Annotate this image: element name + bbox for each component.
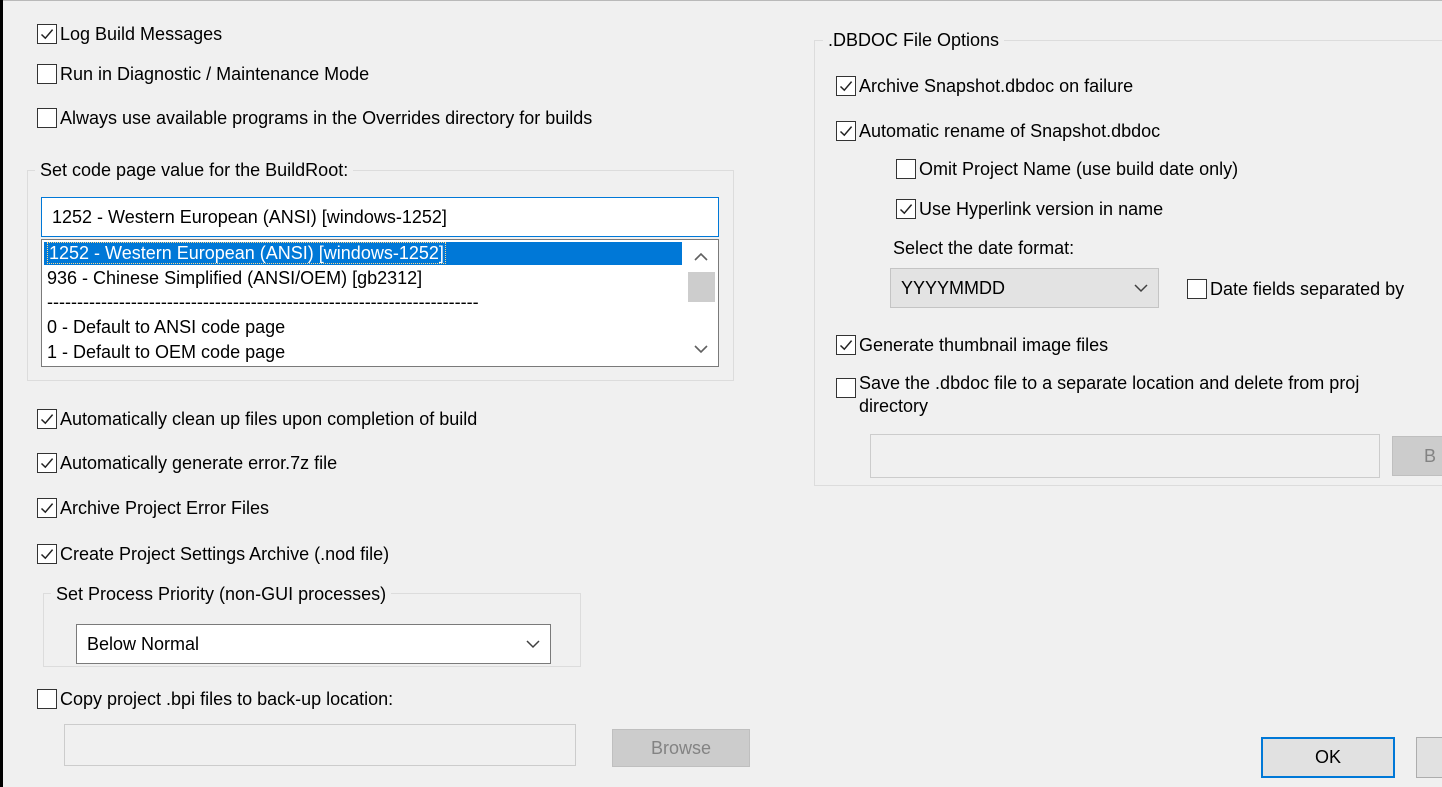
window-left-border — [0, 0, 3, 787]
checkbox-box[interactable] — [896, 199, 916, 219]
checkbox-label: Always use available programs in the Ove… — [60, 108, 593, 128]
checkbox-box[interactable] — [1187, 279, 1207, 299]
checkbox-label: Automatically generate error.7z file — [60, 453, 338, 473]
chevron-down-icon[interactable] — [1134, 282, 1148, 294]
window-top-border — [0, 0, 1442, 1]
checkbox-label: Archive Snapshot.dbdoc on failure — [859, 76, 1134, 96]
use-overrides-checkbox[interactable]: Always use available programs in the Ove… — [37, 107, 592, 129]
backup-path-input[interactable] — [64, 724, 576, 766]
archive-errors-checkbox[interactable]: Archive Project Error Files — [37, 497, 269, 519]
checkbox-label: Archive Project Error Files — [60, 498, 270, 518]
dbdoc-options-group — [814, 40, 1442, 486]
codepage-input[interactable]: 1252 - Western European (ANSI) [windows-… — [41, 197, 719, 237]
omit-project-name-checkbox[interactable]: Omit Project Name (use build date only) — [896, 158, 1238, 180]
checkbox-label: Date fields separated by — [1210, 279, 1405, 299]
checkbox-box[interactable] — [37, 453, 57, 473]
chevron-up-icon[interactable] — [684, 246, 718, 268]
checkbox-label: Log Build Messages — [60, 24, 223, 44]
checkbox-box[interactable] — [836, 121, 856, 141]
date-fields-separated-checkbox[interactable]: Date fields separated by — [1187, 278, 1404, 300]
chevron-down-icon[interactable] — [526, 638, 540, 650]
priority-group-title: Set Process Priority (non-GUI processes) — [51, 583, 392, 605]
checkbox-label: Save the .dbdoc file to a separate locat… — [859, 373, 1360, 416]
cancel-button[interactable] — [1416, 737, 1442, 778]
codepage-listbox[interactable]: 1252 - Western European (ANSI) [windows-… — [41, 239, 719, 367]
checkbox-box[interactable] — [37, 544, 57, 564]
browse-button[interactable]: Browse — [612, 729, 750, 767]
checkbox-box[interactable] — [836, 76, 856, 96]
checkmark-icon — [40, 414, 54, 425]
checkbox-box[interactable] — [836, 378, 856, 398]
checkbox-box[interactable] — [896, 159, 916, 179]
checkmark-icon — [839, 340, 853, 351]
save-separate-checkbox[interactable]: Save the .dbdoc file to a separate locat… — [836, 372, 1359, 418]
generate-error-checkbox[interactable]: Automatically generate error.7z file — [37, 452, 337, 474]
list-item-selected[interactable]: 1252 - Western European (ANSI) [windows-… — [44, 242, 682, 265]
dbdoc-group-title: .DBDOC File Options — [823, 29, 1005, 51]
copy-bpi-checkbox[interactable]: Copy project .bpi files to back-up locat… — [37, 688, 393, 710]
generate-thumbnails-checkbox[interactable]: Generate thumbnail image files — [836, 334, 1108, 356]
checkbox-label: Automatically clean up files upon comple… — [60, 409, 478, 429]
checkmark-icon — [839, 81, 853, 92]
archive-snapshot-checkbox[interactable]: Archive Snapshot.dbdoc on failure — [836, 75, 1133, 97]
checkbox-label: Use Hyperlink version in name — [919, 199, 1164, 219]
list-item[interactable]: 936 - Chinese Simplified (ANSI/OEM) [gb2… — [44, 267, 422, 290]
checkbox-box[interactable] — [37, 689, 57, 709]
auto-rename-checkbox[interactable]: Automatic rename of Snapshot.dbdoc — [836, 120, 1160, 142]
checkbox-box[interactable] — [37, 108, 57, 128]
checkmark-icon — [40, 458, 54, 469]
date-format-label: Select the date format: — [893, 238, 1075, 258]
use-hyperlink-checkbox[interactable]: Use Hyperlink version in name — [896, 198, 1163, 220]
diagnostic-mode-checkbox[interactable]: Run in Diagnostic / Maintenance Mode — [37, 63, 369, 85]
auto-cleanup-checkbox[interactable]: Automatically clean up files upon comple… — [37, 408, 477, 430]
checkbox-label: Generate thumbnail image files — [859, 335, 1109, 355]
priority-dropdown-value: Below Normal — [87, 633, 200, 654]
checkbox-label: Omit Project Name (use build date only) — [919, 159, 1239, 179]
scrollbar-thumb[interactable] — [688, 272, 715, 302]
date-format-value: YYYYMMDD — [901, 277, 1006, 298]
checkmark-icon — [40, 29, 54, 40]
checkbox-box[interactable] — [37, 498, 57, 518]
date-format-dropdown[interactable]: YYYYMMDD — [890, 268, 1159, 308]
save-location-browse-button[interactable]: B — [1392, 436, 1442, 476]
checkmark-icon — [899, 204, 913, 215]
settings-archive-checkbox[interactable]: Create Project Settings Archive (.nod fi… — [37, 543, 389, 565]
checkmark-icon — [40, 549, 54, 560]
checkbox-label: Copy project .bpi files to back-up locat… — [60, 689, 394, 709]
list-item[interactable]: 1 - Default to OEM code page — [44, 341, 285, 364]
checkbox-label: Automatic rename of Snapshot.dbdoc — [859, 121, 1161, 141]
checkbox-box[interactable] — [836, 335, 856, 355]
checkbox-box[interactable] — [37, 64, 57, 84]
priority-dropdown[interactable]: Below Normal — [76, 624, 551, 664]
chevron-down-icon[interactable] — [684, 338, 718, 360]
checkbox-label: Create Project Settings Archive (.nod fi… — [60, 544, 390, 564]
log-build-messages-checkbox[interactable]: Log Build Messages — [37, 23, 222, 45]
checkbox-box[interactable] — [37, 24, 57, 44]
list-item[interactable]: 0 - Default to ANSI code page — [44, 316, 285, 339]
checkmark-icon — [40, 503, 54, 514]
list-separator: ----------------------------------------… — [47, 292, 479, 312]
ok-button[interactable]: OK — [1261, 737, 1395, 778]
listbox-scrollbar[interactable] — [684, 240, 718, 366]
checkbox-label: Run in Diagnostic / Maintenance Mode — [60, 64, 370, 84]
save-location-input[interactable] — [870, 434, 1380, 478]
checkmark-icon — [839, 126, 853, 137]
codepage-group-title: Set code page value for the BuildRoot: — [35, 159, 354, 181]
codepage-input-value: 1252 - Western European (ANSI) [windows-… — [52, 206, 447, 227]
checkbox-box[interactable] — [37, 409, 57, 429]
